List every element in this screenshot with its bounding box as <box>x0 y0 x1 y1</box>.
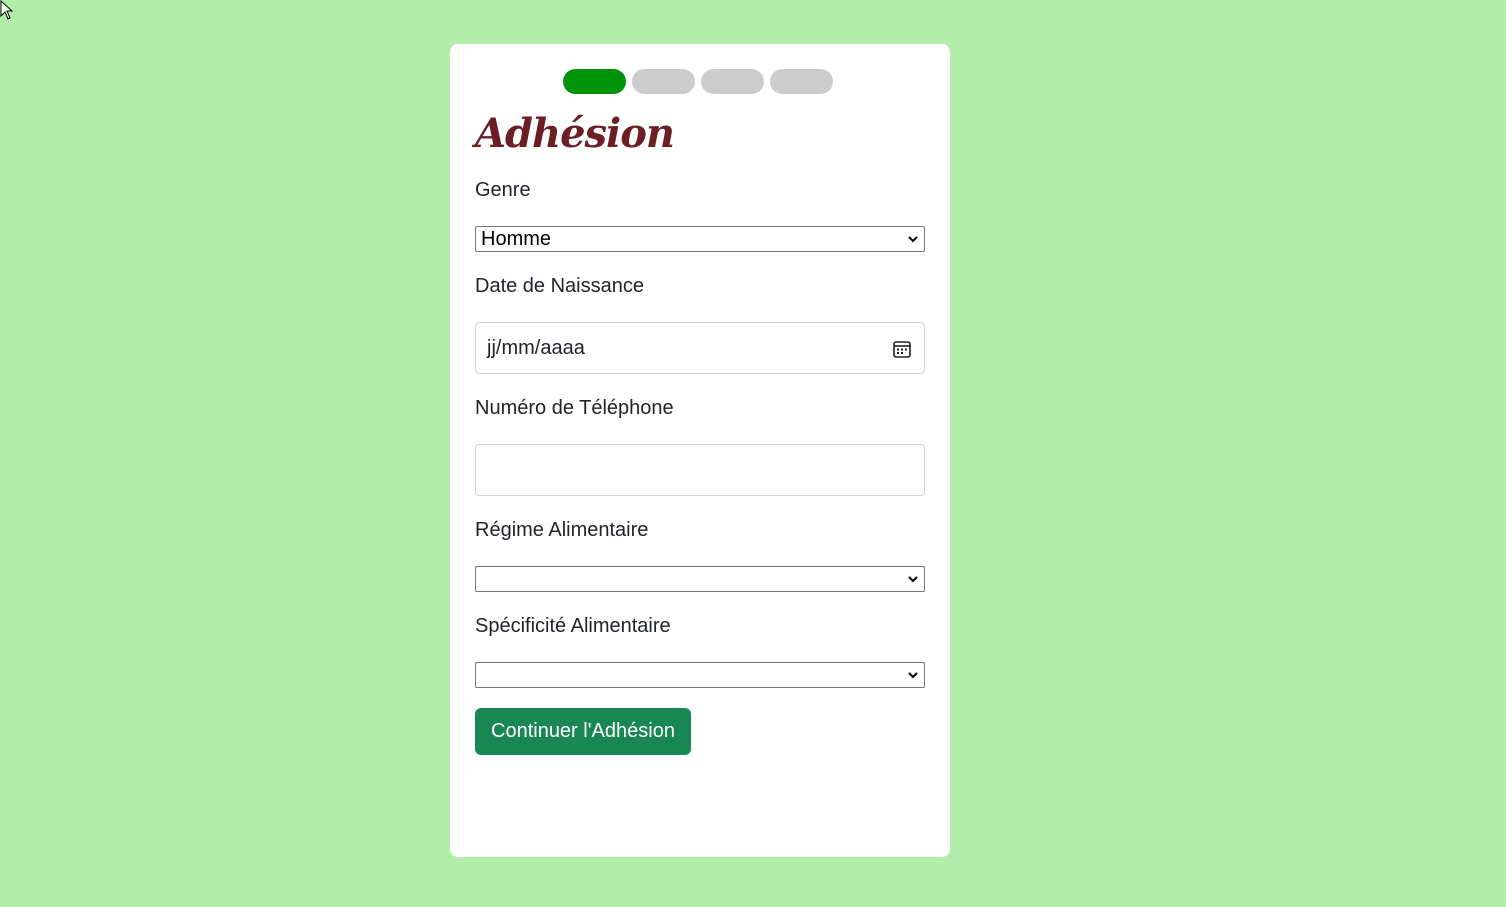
phone-label: Numéro de Téléphone <box>475 397 674 419</box>
continue-membership-button[interactable]: Continuer l'Adhésion <box>475 708 691 755</box>
birthdate-label: Date de Naissance <box>475 275 644 297</box>
birthdate-placeholder: jj/mm/aaaa <box>487 337 585 359</box>
chevron-down-icon <box>908 576 918 583</box>
calendar-icon[interactable] <box>892 339 912 359</box>
genre-label: Genre <box>475 179 531 201</box>
diet-select[interactable] <box>475 566 925 592</box>
membership-card: Adhésion Genre Homme Date de Naissance j… <box>450 44 950 857</box>
progress-step-4 <box>770 69 833 94</box>
diet-label: Régime Alimentaire <box>475 519 649 541</box>
progress-step-1 <box>563 69 626 94</box>
progress-indicator <box>563 69 833 94</box>
diet-specific-select[interactable] <box>475 662 925 688</box>
progress-step-3 <box>701 69 764 94</box>
chevron-down-icon <box>908 672 918 679</box>
chevron-down-icon <box>908 236 918 243</box>
birthdate-input[interactable]: jj/mm/aaaa <box>475 322 925 374</box>
genre-select-value: Homme <box>481 228 552 250</box>
diet-specific-label: Spécificité Alimentaire <box>475 615 671 637</box>
mouse-cursor-icon <box>0 0 14 20</box>
genre-select[interactable]: Homme <box>475 226 925 252</box>
progress-step-2 <box>632 69 695 94</box>
phone-input[interactable] <box>475 444 925 496</box>
page-title: Adhésion <box>475 110 675 157</box>
